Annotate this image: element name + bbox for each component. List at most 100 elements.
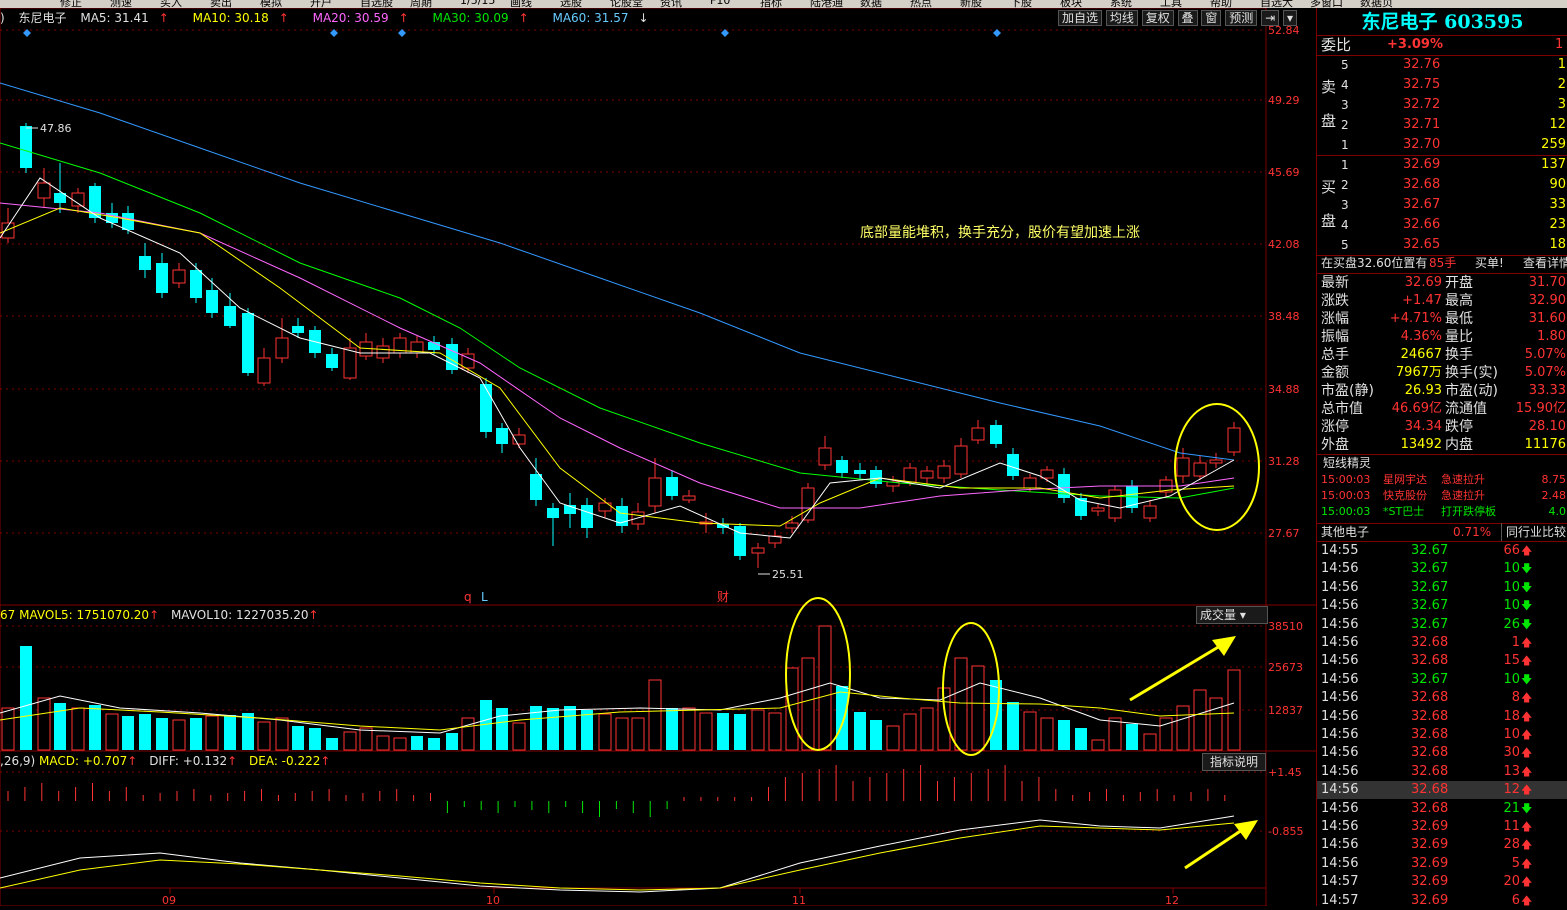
- volume-bar[interactable]: [903, 713, 917, 751]
- overlay-button[interactable]: 叠: [1177, 10, 1198, 26]
- toolbar-item[interactable]: 测速: [110, 0, 132, 8]
- candle[interactable]: [1209, 453, 1223, 468]
- genie-item[interactable]: 15:00:03 *ST巴士 打开跌停板 4.0: [1317, 504, 1567, 520]
- window-button[interactable]: 窗: [1201, 10, 1222, 26]
- volume-bar[interactable]: [854, 712, 866, 750]
- big-order-notice[interactable]: 在买盘32.60位置有 85手 买单! 查看详情: [1317, 254, 1567, 272]
- dropdown-icon[interactable]: ▾: [1282, 10, 1297, 26]
- volume-bar[interactable]: [564, 706, 576, 750]
- fuquan-button[interactable]: 复权: [1141, 10, 1174, 26]
- volume-bar[interactable]: [512, 722, 526, 751]
- candle[interactable]: [990, 420, 1002, 448]
- candle[interactable]: [172, 263, 186, 288]
- volume-bar[interactable]: [581, 710, 593, 750]
- volume-bar[interactable]: [359, 727, 373, 751]
- volume-bar[interactable]: [89, 705, 101, 750]
- candle[interactable]: [1227, 422, 1241, 456]
- buy-level-row[interactable]: 2 32.68 90: [1317, 176, 1567, 194]
- kline-chart[interactable]: 52.8449.2945.6942.0838.4834.8831.2827.67…: [0, 7, 1316, 907]
- candle[interactable]: [616, 498, 628, 533]
- toolbar-item[interactable]: 多窗口: [1310, 0, 1343, 8]
- buy-level-row[interactable]: 4 32.66 23: [1317, 216, 1567, 234]
- volume-bar[interactable]: [717, 713, 729, 750]
- candle[interactable]: [971, 420, 985, 444]
- candle[interactable]: [1058, 468, 1070, 503]
- candle[interactable]: [666, 470, 678, 500]
- volume-bar[interactable]: [1176, 705, 1190, 751]
- buy-level-row[interactable]: 3 32.67 33: [1317, 196, 1567, 214]
- candle[interactable]: [410, 336, 424, 358]
- volume-bar[interactable]: [818, 625, 832, 751]
- candle[interactable]: [257, 348, 271, 386]
- volume-bar[interactable]: [461, 717, 475, 751]
- toolbar-item[interactable]: 1/5/15: [460, 0, 495, 7]
- candle[interactable]: [1159, 476, 1173, 498]
- volume-bar[interactable]: [1126, 724, 1138, 750]
- candle[interactable]: [751, 543, 765, 568]
- toolbar-item[interactable]: 开户: [310, 0, 332, 8]
- volume-bar[interactable]: [598, 713, 612, 751]
- candle[interactable]: [190, 263, 202, 303]
- event-marker-icon[interactable]: [993, 29, 1001, 37]
- buy-level-row[interactable]: 1 32.69 137: [1317, 156, 1567, 174]
- volume-bar[interactable]: [1193, 689, 1207, 751]
- q-marker[interactable]: q: [464, 590, 472, 604]
- volume-bar[interactable]: [870, 720, 882, 750]
- toolbar-item[interactable]: 卖出: [210, 0, 232, 8]
- toolbar-item[interactable]: 画线: [510, 0, 532, 8]
- add-favorite-button[interactable]: 加自选: [1058, 10, 1103, 26]
- toolbar-item[interactable]: 新股: [960, 0, 982, 8]
- candle[interactable]: [886, 476, 900, 492]
- toolbar-item[interactable]: 选股: [560, 0, 582, 8]
- volume-bar[interactable]: [292, 726, 304, 750]
- volume-bar[interactable]: [666, 708, 678, 750]
- volume-bar[interactable]: [1091, 739, 1105, 751]
- volume-bar[interactable]: [71, 707, 85, 751]
- volume-bar[interactable]: [768, 712, 782, 751]
- candle[interactable]: [682, 490, 696, 503]
- candle[interactable]: [581, 498, 593, 538]
- candle[interactable]: [836, 456, 848, 478]
- candle[interactable]: [954, 438, 968, 478]
- volume-bar[interactable]: [615, 717, 629, 751]
- candle[interactable]: [376, 338, 390, 363]
- buy-level-row[interactable]: 5 32.65 18: [1317, 236, 1567, 254]
- candle[interactable]: [156, 253, 168, 298]
- candle[interactable]: [564, 493, 576, 528]
- volume-bar[interactable]: [20, 646, 32, 750]
- volume-bar[interactable]: [172, 719, 186, 751]
- cai-marker[interactable]: 财: [717, 590, 729, 604]
- volume-bar[interactable]: [836, 686, 848, 750]
- candle[interactable]: [870, 466, 882, 488]
- volume-bar[interactable]: [122, 716, 134, 750]
- volume-bar[interactable]: [205, 715, 219, 751]
- candle[interactable]: [1075, 493, 1087, 520]
- candle[interactable]: [648, 458, 662, 513]
- volume-bar[interactable]: [801, 657, 815, 751]
- toolbar-item[interactable]: 模拟: [260, 0, 282, 8]
- l-marker[interactable]: L: [481, 590, 488, 604]
- candle[interactable]: [480, 378, 492, 438]
- candle[interactable]: [530, 458, 542, 506]
- candle[interactable]: [598, 498, 612, 518]
- candle[interactable]: [496, 423, 508, 453]
- volume-bar[interactable]: [785, 667, 799, 751]
- toolbar-item[interactable]: 周期: [410, 0, 432, 8]
- view-details-link[interactable]: 查看详情: [1523, 254, 1567, 272]
- volume-bar[interactable]: [224, 715, 236, 750]
- exit-icon[interactable]: ⇥: [1261, 10, 1280, 26]
- toolbar-item[interactable]: 热点: [910, 0, 932, 8]
- volume-bar[interactable]: [1007, 702, 1019, 750]
- volume-bar[interactable]: [242, 713, 254, 750]
- volume-bar[interactable]: [1058, 720, 1070, 750]
- toolbar-item[interactable]: 指标: [760, 0, 782, 8]
- toolbar-item[interactable]: 下股: [1010, 0, 1032, 8]
- volume-bar[interactable]: [699, 712, 713, 751]
- candle[interactable]: [275, 318, 289, 363]
- candle[interactable]: [1108, 486, 1122, 522]
- ma-button[interactable]: 均线: [1105, 10, 1138, 26]
- industry-compare-button[interactable]: 同行业比较: [1501, 523, 1566, 541]
- chart-area[interactable]: 52.84 49.29 45.69 42.08 38.48 34.88 31.28 27.67…: [0, 7, 1316, 907]
- toolbar-item[interactable]: 自选股: [360, 0, 393, 8]
- toolbar-item[interactable]: 板块: [1060, 0, 1082, 8]
